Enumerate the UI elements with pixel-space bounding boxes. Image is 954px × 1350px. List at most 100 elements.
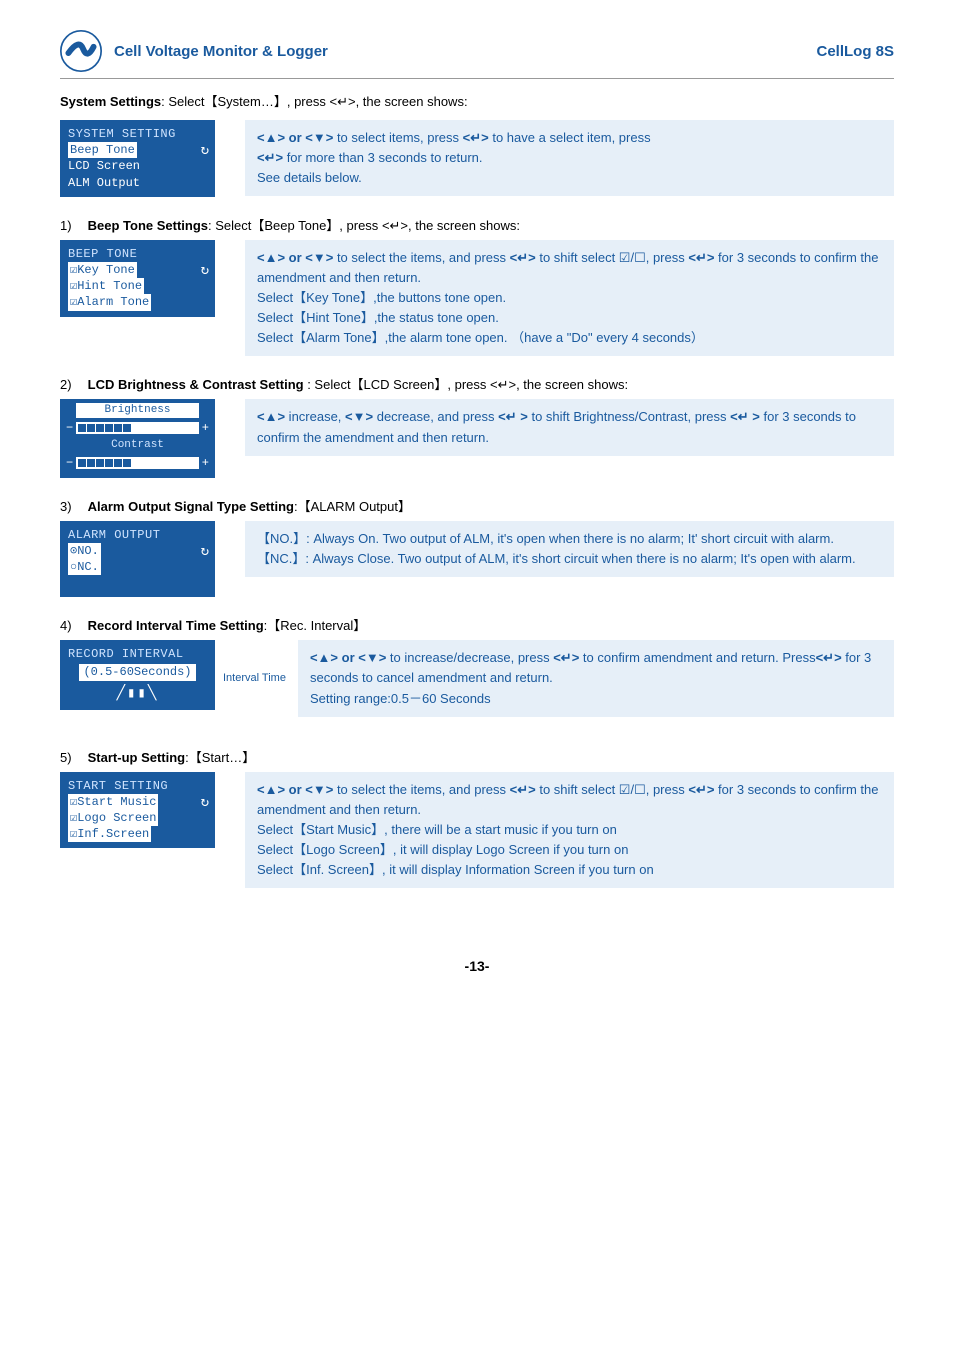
br-t1: increase,: [285, 409, 345, 424]
st-c: Select【Logo Screen】, it will display Log…: [257, 842, 628, 857]
beep-d: Select【Alarm Tone】,the alarm tone open. …: [257, 330, 704, 345]
sys-t4: See details below.: [257, 170, 362, 185]
lcd-record-range: (0.5-60Seconds): [79, 664, 195, 680]
lcd-alarm-l2: ○NC.: [68, 559, 101, 575]
brightness-bar: [76, 422, 199, 434]
item-1: 1) Beep Tone Settings: Select【Beep Tone】…: [60, 215, 894, 234]
lcd-beep-l3: ☑Alarm Tone: [68, 294, 151, 310]
sys-t2: to have a select item, press: [489, 130, 651, 145]
info-beep: <▲> or <▼> to select the items, and pres…: [245, 240, 894, 357]
lcd-system-setting: SYSTEM SETTING ↻ Beep Tone LCD Screen AL…: [60, 120, 215, 197]
minus-icon: −: [66, 420, 73, 436]
item-4: 4) Record Interval Time Setting:【Rec. In…: [60, 615, 894, 634]
item2-num: 2): [60, 377, 84, 392]
beep-k2: <↵>: [510, 250, 536, 265]
return-icon: ↻: [201, 142, 209, 161]
br-t2: decrease, and press: [373, 409, 498, 424]
lcd-system-l3: ALM Output: [68, 175, 207, 191]
lcd-beep-l1: ☑Key Tone: [68, 262, 137, 278]
contrast-bar: [76, 457, 199, 469]
item2-ttl: LCD Brightness & Contrast Setting: [88, 377, 304, 392]
br-t3: to shift Brightness/Contrast, press: [528, 409, 730, 424]
rec-k3: <↵>: [816, 650, 842, 665]
item4-rest: :【Rec. Interval】: [264, 618, 367, 633]
beep-k3: <↵>: [688, 250, 714, 265]
lcd-start-setting: START SETTING ↻ ☑Start Music ☑Logo Scree…: [60, 772, 215, 849]
alarm-a: 【NO.】: Always On. Two output of ALM, it'…: [257, 531, 834, 546]
return-icon: ↻: [201, 794, 209, 813]
item5-num: 5): [60, 750, 84, 765]
br-k3: <↵ >: [498, 409, 528, 424]
lcd-start-l1: ☑Start Music: [68, 794, 158, 810]
item1-key: <↵>: [382, 218, 408, 233]
item3-num: 3): [60, 499, 84, 514]
info-record: <▲> or <▼> to increase/decrease, press <…: [298, 640, 894, 716]
sys-k3: <↵>: [257, 150, 283, 165]
lcd-alarm-l1: ⊙NO.: [68, 543, 101, 559]
minus-icon: −: [66, 455, 73, 471]
lcd-beep-title: BEEP TONE: [68, 246, 207, 262]
item2-r1: : Select【LCD Screen】, press: [304, 377, 490, 392]
header-title-right: CellLog 8S: [816, 43, 894, 60]
st-d: Select【Inf. Screen】, it will display Inf…: [257, 862, 654, 877]
intro-bold: System Settings: [60, 94, 161, 109]
lcd-system-l2: LCD Screen: [68, 158, 207, 174]
page-number: -13-: [60, 958, 894, 974]
lcd-start-title: START SETTING: [68, 778, 207, 794]
intro-line: System Settings: Select【System…】, press …: [60, 91, 894, 110]
beep-t2: to shift select ☑/☐, press: [536, 250, 689, 265]
sys-k2: <↵>: [463, 130, 489, 145]
st-k2: <↵>: [510, 782, 536, 797]
lcd-beep-tone: BEEP TONE ↻ ☑Key Tone ☑Hint Tone ☑Alarm …: [60, 240, 215, 317]
plus-icon: +: [202, 420, 209, 436]
item4-ttl: Record Interval Time Setting: [88, 618, 264, 633]
rec-t1: to increase/decrease, press: [386, 650, 553, 665]
item1-r2: , the screen shows:: [408, 218, 520, 233]
item1-num: 1): [60, 218, 84, 233]
return-icon: ↻: [201, 262, 209, 281]
header-title-left: Cell Voltage Monitor & Logger: [114, 43, 816, 60]
item4-num: 4): [60, 618, 84, 633]
item3-rest: :【ALARM Output】: [294, 499, 411, 514]
alarm-b: 【NC.】: Always Close. Two output of ALM, …: [257, 551, 856, 566]
st-b: Select【Start Music】, there will be a sta…: [257, 822, 617, 837]
info-system: <▲> or <▼> to select items, press <↵> to…: [245, 120, 894, 196]
st-k3: <↵>: [688, 782, 714, 797]
info-start: <▲> or <▼> to select the items, and pres…: [245, 772, 894, 889]
info-alarm: 【NO.】: Always On. Two output of ALM, it'…: [245, 521, 894, 577]
slider-icon: ╱▮▮╲: [68, 685, 207, 704]
st-t2: to shift select ☑/☐, press: [536, 782, 689, 797]
br-k4: <↵ >: [730, 409, 760, 424]
item5-ttl: Start-up Setting: [88, 750, 186, 765]
item2-key: <↵>: [490, 377, 516, 392]
beep-k1: <▲> or <▼>: [257, 250, 333, 265]
logo-icon: [60, 30, 102, 72]
lcd-system-l1: Beep Tone: [68, 142, 137, 158]
rec-k2: <↵>: [553, 650, 579, 665]
rec-k1: <▲> or <▼>: [310, 650, 386, 665]
br-k2: <▼>: [345, 409, 373, 424]
rec-b: Setting range:0.5－60 Seconds: [310, 691, 491, 706]
lcd-start-l2: ☑Logo Screen: [68, 810, 158, 826]
item-3: 3) Alarm Output Signal Type Setting:【ALA…: [60, 496, 894, 515]
rec-t2: to confirm amendment and return. Press: [579, 650, 815, 665]
item-2: 2) LCD Brightness & Contrast Setting : S…: [60, 374, 894, 393]
sys-t3: for more than 3 seconds to return.: [283, 150, 482, 165]
lcd-alarm-title: ALARM OUTPUT: [68, 527, 207, 543]
intro-rest: : Select【System…】, press: [161, 94, 329, 109]
lcd-record-title: RECORD INTERVAL: [68, 646, 207, 662]
beep-t1: to select the items, and press: [333, 250, 509, 265]
info-brightness: <▲> increase, <▼> decrease, and press <↵…: [245, 399, 894, 455]
lcd-system-title: SYSTEM SETTING: [68, 126, 207, 142]
intro-key: <↵>: [329, 94, 355, 109]
br-k1: <▲>: [257, 409, 285, 424]
lcd-alarm-output: ALARM OUTPUT ↻ ⊙NO. ○NC.: [60, 521, 215, 598]
item1-ttl: Beep Tone Settings: [88, 218, 208, 233]
item3-ttl: Alarm Output Signal Type Setting: [88, 499, 294, 514]
st-k1: <▲> or <▼>: [257, 782, 333, 797]
lcd-bright-l2: Contrast: [66, 438, 209, 453]
item-5: 5) Start-up Setting:【Start…】: [60, 747, 894, 766]
lcd-record-interval: RECORD INTERVAL (0.5-60Seconds) ╱▮▮╲: [60, 640, 215, 709]
beep-b: Select【Key Tone】,the buttons tone open.: [257, 290, 506, 305]
return-icon: ↻: [201, 543, 209, 562]
